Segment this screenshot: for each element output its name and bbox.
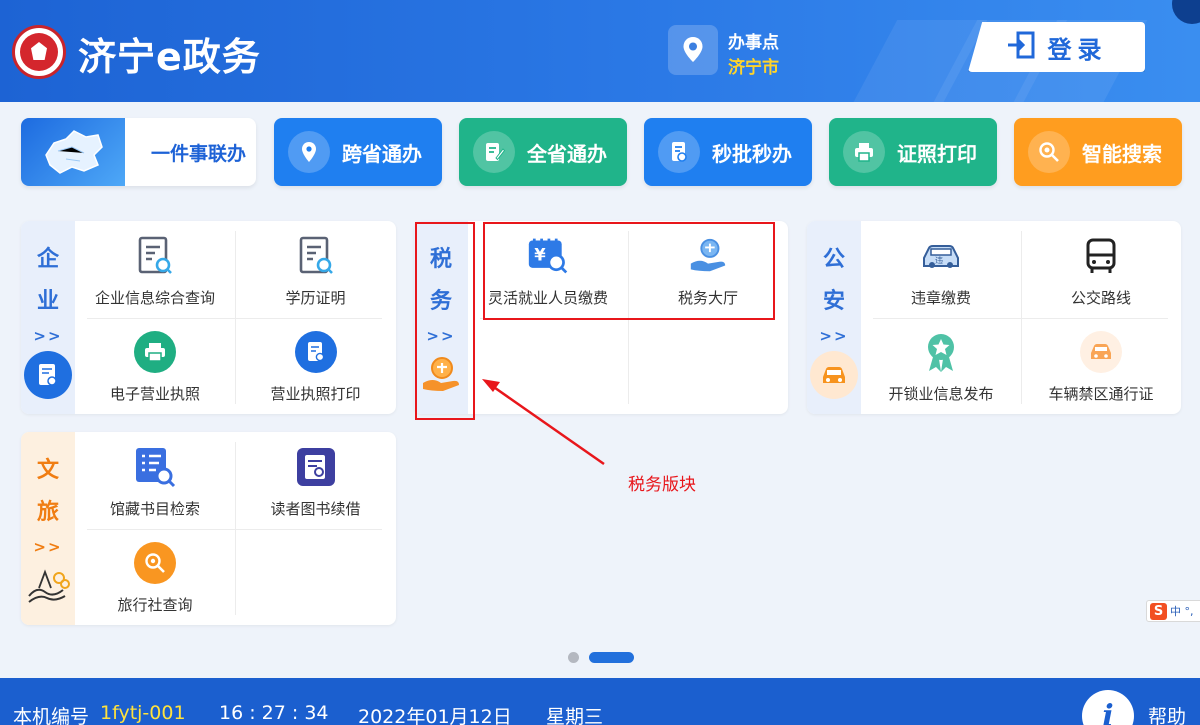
- ime-toolbar[interactable]: S 中 °,: [1146, 600, 1200, 622]
- annotation-arrow: [482, 379, 605, 466]
- annotation-label: 税务版块: [628, 475, 696, 495]
- current-date: 2022年01月12日: [358, 706, 512, 725]
- ime-status: 中 °,: [1170, 605, 1194, 618]
- machine-id: 1fytj-001: [100, 702, 186, 724]
- sogou-ime-icon: S: [1150, 602, 1167, 620]
- pager-dot[interactable]: [568, 652, 579, 663]
- clock-time: 16 : 27 : 34: [219, 702, 329, 724]
- machine-label: 本机编号: [13, 706, 90, 725]
- pager-dot-active[interactable]: [589, 652, 634, 663]
- weekday: 星期三: [546, 706, 604, 725]
- help-label[interactable]: 帮助: [1148, 702, 1186, 725]
- status-footer: 本机编号 1fytj-001 16 : 27 : 34 2022年01月12日 …: [0, 678, 1200, 725]
- help-info-icon[interactable]: i: [1082, 690, 1134, 725]
